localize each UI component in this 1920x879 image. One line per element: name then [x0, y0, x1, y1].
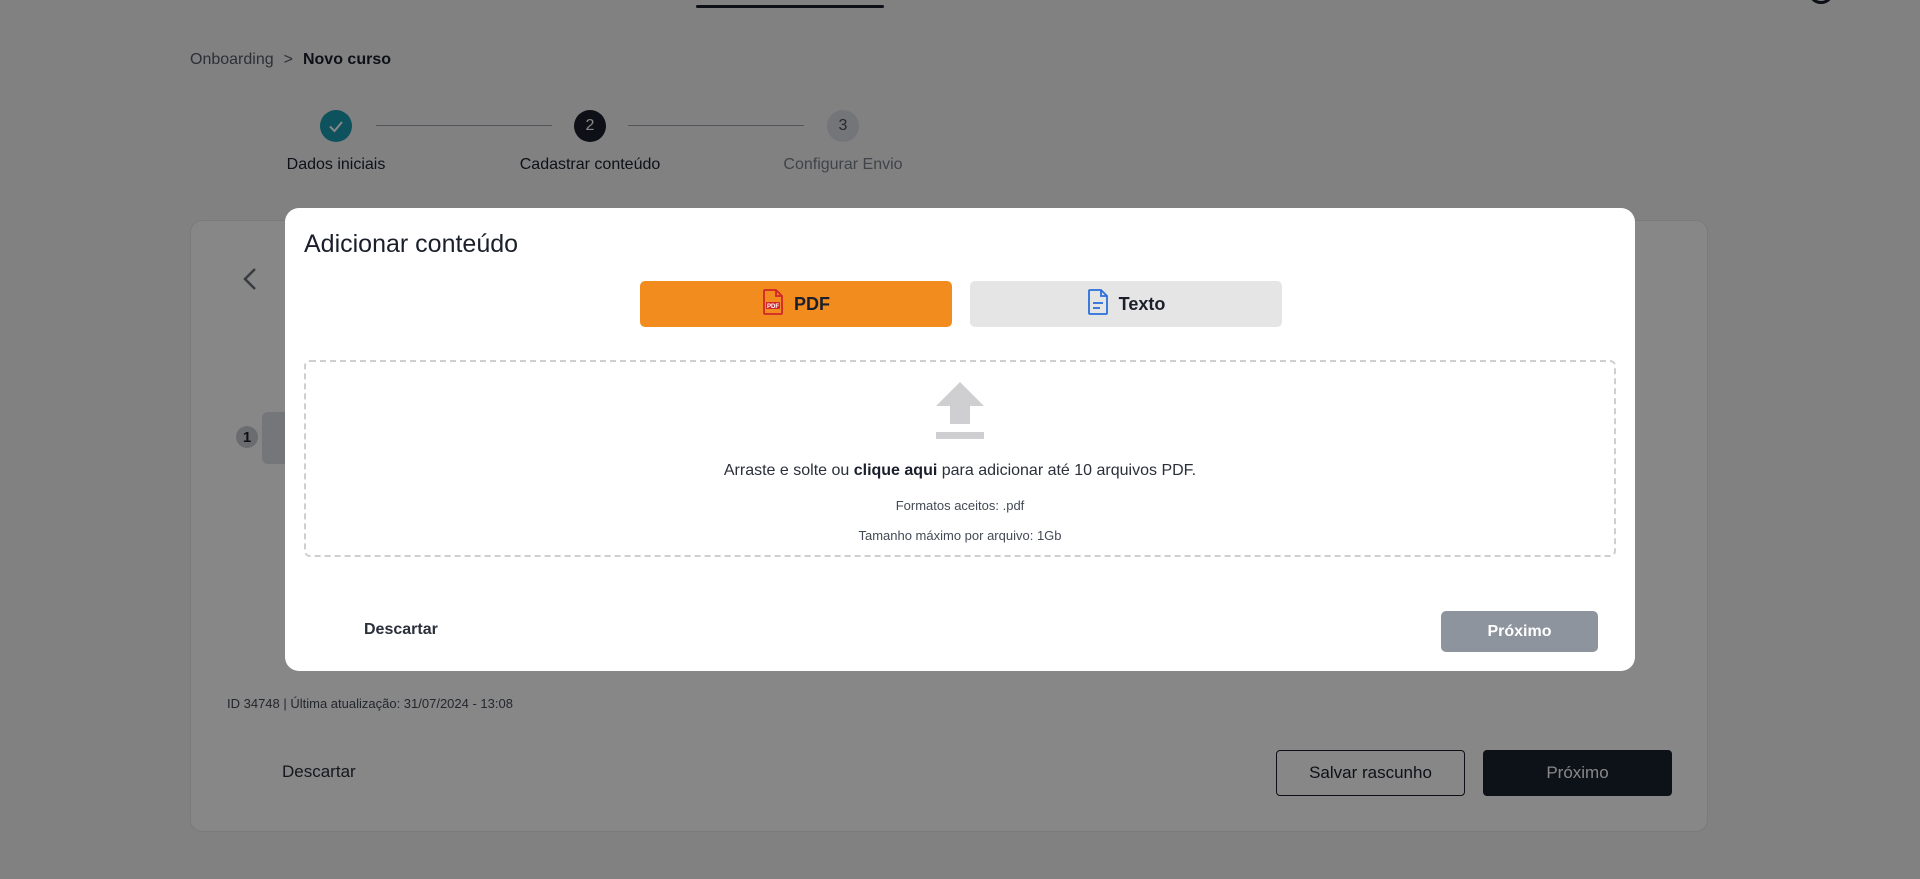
text-file-icon [1087, 288, 1109, 320]
add-content-modal: Adicionar conteúdo PDF PDF Texto Arraste… [285, 208, 1635, 671]
dropzone-instructions: Arraste e solte ou clique aqui para adic… [306, 462, 1614, 480]
tab-text[interactable]: Texto [970, 281, 1282, 327]
click-here-link[interactable]: clique aqui [854, 462, 938, 479]
tab-label: Texto [1118, 293, 1166, 314]
upload-icon [934, 382, 986, 440]
dropzone-text-before: Arraste e solte ou [723, 462, 854, 479]
max-file-size: Tamanho máximo por arquivo: 1Gb [858, 528, 1062, 543]
content-type-tabs: PDF PDF Texto [640, 281, 1282, 327]
svg-text:PDF: PDF [767, 303, 779, 309]
tab-pdf[interactable]: PDF PDF [640, 281, 952, 327]
accepted-formats: Formatos aceitos: .pdf [895, 498, 1025, 513]
pdf-file-icon: PDF [762, 288, 784, 320]
tab-label: PDF [794, 293, 830, 314]
modal-discard-button[interactable]: Descartar [364, 621, 438, 639]
modal-next-button[interactable]: Próximo [1441, 611, 1598, 652]
modal-title: Adicionar conteúdo [304, 230, 519, 258]
dropzone-text-after: para adicionar até 10 arquivos PDF. [937, 462, 1197, 479]
pdf-dropzone[interactable]: Arraste e solte ou clique aqui para adic… [304, 360, 1616, 557]
